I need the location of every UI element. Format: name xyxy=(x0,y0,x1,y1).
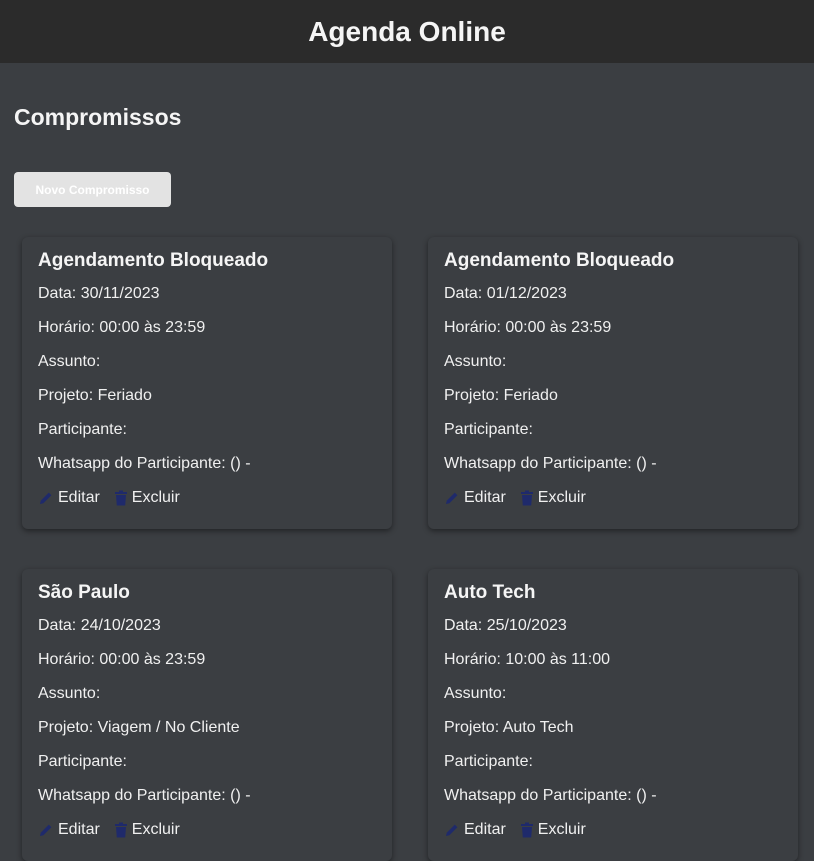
delete-button[interactable]: Excluir xyxy=(114,821,180,839)
card-actions: Editar Excluir xyxy=(38,489,376,507)
trash-icon xyxy=(520,490,533,506)
trash-icon xyxy=(520,822,533,838)
appointment-title: Agendamento Bloqueado xyxy=(444,250,675,271)
appointment-card: Agendamento Bloqueado Data: 01/12/2023 H… xyxy=(428,237,798,529)
appointment-participant: Participante: xyxy=(38,753,127,770)
appointment-date: Data: 01/12/2023 xyxy=(444,285,567,302)
appointment-date: Data: 25/10/2023 xyxy=(444,617,567,634)
edit-label: Editar xyxy=(464,489,506,506)
appointment-time: Horário: 00:00 às 23:59 xyxy=(444,319,612,336)
trash-icon xyxy=(114,822,127,838)
appointment-subject: Assunto: xyxy=(38,685,101,702)
pencil-icon xyxy=(446,492,458,504)
appointment-time: Horário: 00:00 às 23:59 xyxy=(38,319,206,336)
delete-button[interactable]: Excluir xyxy=(114,489,180,507)
appointment-title: São Paulo xyxy=(38,582,130,603)
edit-button[interactable]: Editar xyxy=(444,489,506,507)
pencil-icon xyxy=(446,824,458,836)
appointment-participant: Participante: xyxy=(444,421,533,438)
appointment-project: Projeto: Feriado xyxy=(38,387,152,404)
appointment-card: Agendamento Bloqueado Data: 30/11/2023 H… xyxy=(22,237,392,529)
appointment-project: Projeto: Viagem / No Cliente xyxy=(38,719,240,736)
appointment-whatsapp: Whatsapp do Participante: () - xyxy=(38,455,251,472)
delete-label: Excluir xyxy=(131,489,180,506)
edit-button[interactable]: Editar xyxy=(38,489,100,507)
appointment-whatsapp: Whatsapp do Participante: () - xyxy=(444,455,657,472)
appointment-subject: Assunto: xyxy=(444,353,507,370)
delete-label: Excluir xyxy=(537,489,586,506)
appointment-date: Data: 24/10/2023 xyxy=(38,617,161,634)
appointment-whatsapp: Whatsapp do Participante: () - xyxy=(38,787,251,804)
edit-button[interactable]: Editar xyxy=(444,821,506,839)
card-actions: Editar Excluir xyxy=(444,489,782,507)
app-title: Agenda Online xyxy=(308,15,506,47)
edit-label: Editar xyxy=(58,489,100,506)
appointment-card: Auto Tech Data: 25/10/2023 Horário: 10:0… xyxy=(428,569,798,861)
edit-label: Editar xyxy=(58,821,100,838)
card-actions: Editar Excluir xyxy=(444,821,782,839)
edit-label: Editar xyxy=(464,821,506,838)
appointment-whatsapp: Whatsapp do Participante: () - xyxy=(444,787,657,804)
appointment-title: Agendamento Bloqueado xyxy=(38,250,269,271)
trash-icon xyxy=(114,490,127,506)
appointment-time: Horário: 00:00 às 23:59 xyxy=(38,651,206,668)
edit-button[interactable]: Editar xyxy=(38,821,100,839)
appointment-date: Data: 30/11/2023 xyxy=(38,285,160,302)
pencil-icon xyxy=(40,824,52,836)
appointment-participant: Participante: xyxy=(38,421,127,438)
appointment-project: Projeto: Auto Tech xyxy=(444,719,574,736)
new-appointment-button[interactable]: Novo Compromisso xyxy=(14,172,171,207)
page-title: Compromissos xyxy=(14,104,182,130)
card-actions: Editar Excluir xyxy=(38,821,376,839)
appointment-time: Horário: 10:00 às 11:00 xyxy=(444,651,611,668)
appointment-project: Projeto: Feriado xyxy=(444,387,558,404)
appointment-title: Auto Tech xyxy=(444,582,536,603)
appointment-card: São Paulo Data: 24/10/2023 Horário: 00:0… xyxy=(22,569,392,861)
pencil-icon xyxy=(40,492,52,504)
delete-label: Excluir xyxy=(131,821,180,838)
appointment-participant: Participante: xyxy=(444,753,533,770)
delete-button[interactable]: Excluir xyxy=(520,821,586,839)
appointment-subject: Assunto: xyxy=(38,353,101,370)
delete-button[interactable]: Excluir xyxy=(520,489,586,507)
appointment-subject: Assunto: xyxy=(444,685,507,702)
top-bar: Agenda Online xyxy=(0,0,814,63)
delete-label: Excluir xyxy=(537,821,586,838)
